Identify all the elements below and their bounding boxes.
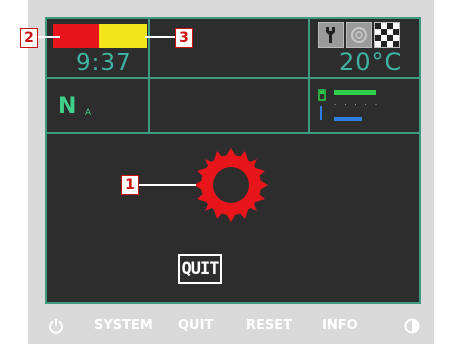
temperature-readout: 20°C [339, 48, 403, 76]
callout-1: 1 [121, 175, 139, 195]
clock-time: 9:37 [76, 50, 132, 76]
reset-softkey[interactable]: RESET [246, 318, 292, 333]
fuel-level-bar [334, 90, 376, 95]
info-softkey[interactable]: INFO [322, 318, 358, 333]
callout-1-leader [138, 184, 196, 186]
quit-screen-button[interactable]: QUIT [178, 254, 222, 284]
gauge-blue-bar [334, 117, 362, 121]
mid-middle-cell [148, 77, 310, 134]
fuel-scale-ticks: ····· [334, 101, 386, 109]
contrast-icon[interactable] [404, 318, 420, 334]
mode-sub-label: A [85, 108, 92, 118]
sprocket-icon [192, 146, 270, 224]
quit-softkey[interactable]: QUIT [178, 318, 213, 333]
mode-label: N [58, 94, 77, 119]
callout-3: 3 [175, 28, 193, 48]
top-middle-cell [148, 17, 310, 79]
system-softkey[interactable]: SYSTEM [94, 318, 153, 333]
callout-3-leader [145, 36, 175, 38]
gear-icon [346, 22, 372, 48]
gauge-bracket [320, 106, 322, 120]
fuel-icon [318, 86, 328, 101]
wrench-icon [318, 22, 344, 48]
callout-2-leader [38, 36, 60, 38]
yellow-indicator [99, 24, 147, 48]
power-icon[interactable] [48, 318, 64, 334]
callout-2: 2 [20, 28, 38, 48]
checkered-flag-icon [374, 22, 400, 48]
